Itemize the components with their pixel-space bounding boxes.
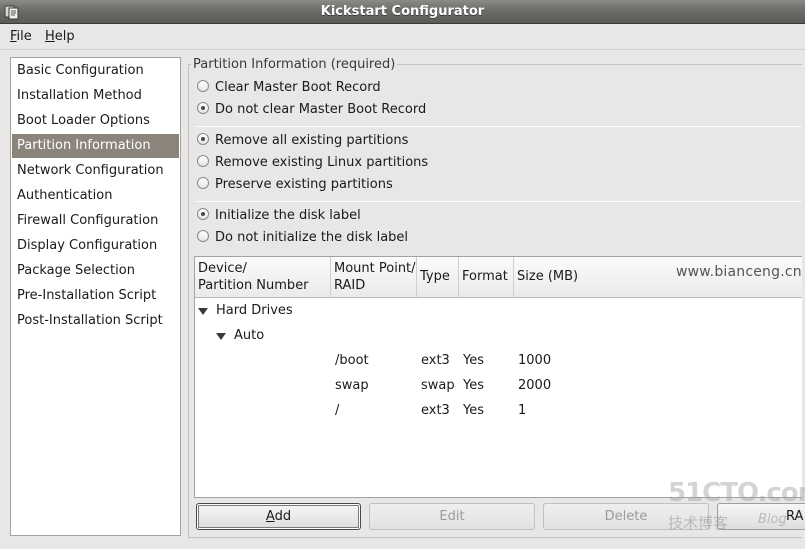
radio-label: Preserve existing partitions xyxy=(215,177,393,192)
cell-size: 1 xyxy=(518,403,527,418)
expander-down-icon[interactable] xyxy=(198,308,208,315)
sidebar-item-authentication[interactable]: Authentication xyxy=(12,184,179,208)
expander-down-icon[interactable] xyxy=(216,333,226,340)
tree-node-auto[interactable]: Auto xyxy=(234,328,264,343)
add-button-mnemonic: A xyxy=(265,509,275,524)
edit-button[interactable]: Edit xyxy=(369,503,535,530)
tree-node-hard-drives[interactable]: Hard Drives xyxy=(216,303,293,318)
radio-indicator[interactable] xyxy=(197,80,209,92)
radio-label: Do not clear Master Boot Record xyxy=(215,102,427,117)
column-device-line1: Device/ xyxy=(198,261,247,276)
radio-indicator[interactable] xyxy=(197,155,209,167)
site-watermark: www.bianceng.cn xyxy=(676,264,802,280)
separator xyxy=(194,126,802,127)
radio-initialize-disk-label[interactable]: Initialize the disk label xyxy=(197,208,361,228)
sidebar-item-post-installation-script[interactable]: Post-Installation Script xyxy=(12,309,179,333)
radio-indicator[interactable] xyxy=(197,208,209,220)
sidebar-item-installation-method[interactable]: Installation Method xyxy=(12,84,179,108)
radio-indicator[interactable] xyxy=(197,102,209,114)
cell-type: ext3 xyxy=(421,353,450,368)
menu-help-mnemonic: H xyxy=(45,29,55,44)
logo-watermark-blog: Blog xyxy=(758,512,787,527)
sidebar-item-display-configuration[interactable]: Display Configuration xyxy=(12,234,179,258)
radio-do-not-clear-mbr[interactable]: Do not clear Master Boot Record xyxy=(197,102,426,122)
radio-label: Remove existing Linux partitions xyxy=(215,155,429,170)
radio-do-not-initialize-disk-label[interactable]: Do not initialize the disk label xyxy=(197,230,408,250)
cell-type: ext3 xyxy=(421,403,450,418)
sidebar-item-boot-loader-options[interactable]: Boot Loader Options xyxy=(12,109,179,133)
radio-label: Do not initialize the disk label xyxy=(215,230,409,245)
column-device-line2: Partition Number xyxy=(198,278,309,293)
sidebar-item-network-configuration[interactable]: Network Configuration xyxy=(12,159,179,183)
add-button[interactable]: Add xyxy=(196,503,361,530)
radio-indicator[interactable] xyxy=(197,177,209,189)
column-mount-line1: Mount Point/ xyxy=(334,261,416,276)
column-mount-line2: RAID xyxy=(334,278,366,293)
cell-size: 2000 xyxy=(518,378,552,393)
sidebar-item-partition-information[interactable]: Partition Information xyxy=(12,134,179,158)
cell-mount: /boot xyxy=(335,353,369,368)
cell-format: Yes xyxy=(463,353,484,368)
logo-watermark-sub: 技术博客 xyxy=(668,514,729,532)
logo-watermark: 51CTO.com xyxy=(668,478,805,508)
cell-mount: swap xyxy=(335,378,369,393)
cell-mount: / xyxy=(335,403,340,418)
title-bar: Kickstart Configurator xyxy=(0,0,805,24)
sidebar-item-firewall-configuration[interactable]: Firewall Configuration xyxy=(12,209,179,233)
radio-preserve-partitions[interactable]: Preserve existing partitions xyxy=(197,177,393,197)
radio-remove-all-partitions[interactable]: Remove all existing partitions xyxy=(197,133,408,153)
cell-type: swap xyxy=(421,378,455,393)
radio-indicator[interactable] xyxy=(197,133,209,145)
partition-tree[interactable]: Device/ Partition Number Mount Point/ RA… xyxy=(194,256,802,498)
window-title: Kickstart Configurator xyxy=(320,4,485,19)
column-device[interactable]: Device/ Partition Number xyxy=(195,257,331,297)
sidebar-item-basic-configuration[interactable]: Basic Configuration xyxy=(12,59,179,83)
radio-clear-mbr[interactable]: Clear Master Boot Record xyxy=(197,80,381,100)
sidebar-item-pre-installation-script[interactable]: Pre-Installation Script xyxy=(12,284,179,308)
column-mount-point[interactable]: Mount Point/ RAID xyxy=(331,257,417,297)
cell-format: Yes xyxy=(463,378,484,393)
menu-file-label: ile xyxy=(16,29,32,44)
frame-title: Partition Information (required) xyxy=(191,57,398,72)
add-button-label: dd xyxy=(274,509,292,524)
sidebar-item-package-selection[interactable]: Package Selection xyxy=(12,259,179,283)
radio-label: Remove all existing partitions xyxy=(215,133,409,148)
separator xyxy=(194,201,802,202)
sidebar: Basic Configuration Installation Method … xyxy=(10,57,181,536)
column-type[interactable]: Type xyxy=(417,257,459,297)
cell-format: Yes xyxy=(463,403,484,418)
radio-label: Initialize the disk label xyxy=(215,208,361,223)
radio-remove-linux-partitions[interactable]: Remove existing Linux partitions xyxy=(197,155,428,175)
menu-help-label: elp xyxy=(54,29,75,44)
radio-indicator[interactable] xyxy=(197,230,209,242)
radio-label: Clear Master Boot Record xyxy=(215,80,381,95)
menu-help[interactable]: Help xyxy=(45,29,75,44)
column-format[interactable]: Format xyxy=(459,257,514,297)
menu-file[interactable]: File xyxy=(10,29,32,44)
cell-size: 1000 xyxy=(518,353,552,368)
menu-bar: File Help xyxy=(0,25,805,50)
